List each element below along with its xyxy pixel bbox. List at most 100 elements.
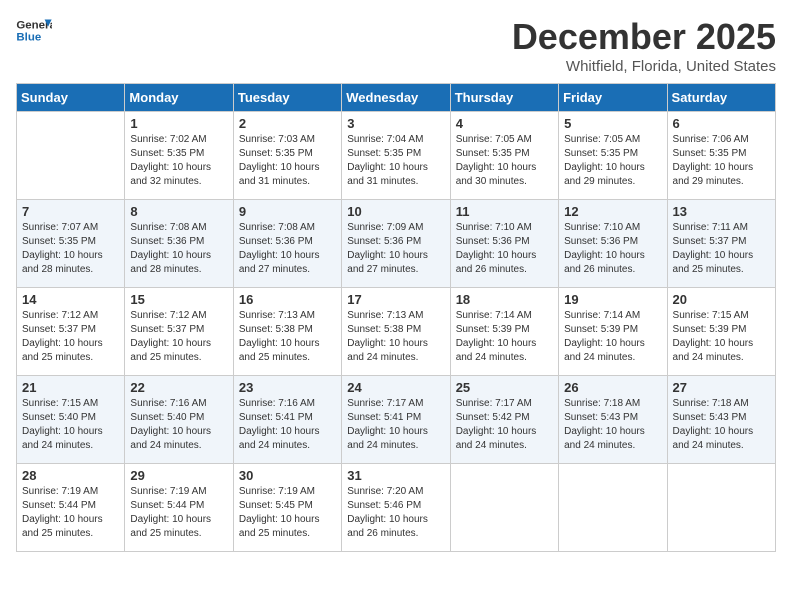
day-number: 14 — [22, 292, 119, 307]
day-info: Sunrise: 7:14 AM Sunset: 5:39 PM Dayligh… — [456, 309, 553, 365]
day-info: Sunrise: 7:03 AM Sunset: 5:35 PM Dayligh… — [239, 133, 336, 189]
day-cell: 20 Sunrise: 7:15 AM Sunset: 5:39 PM Dayli… — [667, 288, 775, 376]
day-cell: 17 Sunrise: 7:13 AM Sunset: 5:38 PM Dayli… — [342, 288, 450, 376]
week-row-3: 14 Sunrise: 7:12 AM Sunset: 5:37 PM Dayli… — [17, 288, 776, 376]
day-number: 24 — [347, 380, 444, 395]
day-number: 11 — [456, 204, 553, 219]
day-cell: 7 Sunrise: 7:07 AM Sunset: 5:35 PM Daylig… — [17, 200, 125, 288]
day-cell: 6 Sunrise: 7:06 AM Sunset: 5:35 PM Daylig… — [667, 112, 775, 200]
col-header-tuesday: Tuesday — [233, 84, 341, 112]
col-header-friday: Friday — [559, 84, 667, 112]
day-info: Sunrise: 7:17 AM Sunset: 5:41 PM Dayligh… — [347, 397, 444, 453]
day-number: 31 — [347, 468, 444, 483]
day-cell: 10 Sunrise: 7:09 AM Sunset: 5:36 PM Dayli… — [342, 200, 450, 288]
col-header-saturday: Saturday — [667, 84, 775, 112]
day-info: Sunrise: 7:12 AM Sunset: 5:37 PM Dayligh… — [130, 309, 227, 365]
day-cell: 14 Sunrise: 7:12 AM Sunset: 5:37 PM Dayli… — [17, 288, 125, 376]
day-info: Sunrise: 7:08 AM Sunset: 5:36 PM Dayligh… — [239, 221, 336, 277]
day-info: Sunrise: 7:19 AM Sunset: 5:44 PM Dayligh… — [22, 485, 119, 541]
week-row-4: 21 Sunrise: 7:15 AM Sunset: 5:40 PM Dayli… — [17, 376, 776, 464]
day-number: 27 — [673, 380, 770, 395]
day-info: Sunrise: 7:10 AM Sunset: 5:36 PM Dayligh… — [564, 221, 661, 277]
day-cell: 12 Sunrise: 7:10 AM Sunset: 5:36 PM Dayli… — [559, 200, 667, 288]
day-info: Sunrise: 7:05 AM Sunset: 5:35 PM Dayligh… — [456, 133, 553, 189]
week-row-2: 7 Sunrise: 7:07 AM Sunset: 5:35 PM Daylig… — [17, 200, 776, 288]
day-cell: 19 Sunrise: 7:14 AM Sunset: 5:39 PM Dayli… — [559, 288, 667, 376]
day-cell: 15 Sunrise: 7:12 AM Sunset: 5:37 PM Dayli… — [125, 288, 233, 376]
day-cell: 31 Sunrise: 7:20 AM Sunset: 5:46 PM Dayli… — [342, 464, 450, 552]
day-cell: 24 Sunrise: 7:17 AM Sunset: 5:41 PM Dayli… — [342, 376, 450, 464]
day-info: Sunrise: 7:13 AM Sunset: 5:38 PM Dayligh… — [347, 309, 444, 365]
day-number: 17 — [347, 292, 444, 307]
day-info: Sunrise: 7:18 AM Sunset: 5:43 PM Dayligh… — [673, 397, 770, 453]
logo: General Blue — [16, 16, 52, 46]
day-number: 5 — [564, 116, 661, 131]
day-info: Sunrise: 7:15 AM Sunset: 5:39 PM Dayligh… — [673, 309, 770, 365]
day-cell — [667, 464, 775, 552]
col-header-monday: Monday — [125, 84, 233, 112]
title-block: December 2025 Whitfield, Florida, United… — [512, 16, 776, 75]
logo-icon: General Blue — [16, 16, 52, 46]
day-number: 10 — [347, 204, 444, 219]
day-number: 21 — [22, 380, 119, 395]
day-info: Sunrise: 7:09 AM Sunset: 5:36 PM Dayligh… — [347, 221, 444, 277]
day-number: 12 — [564, 204, 661, 219]
day-info: Sunrise: 7:04 AM Sunset: 5:35 PM Dayligh… — [347, 133, 444, 189]
day-number: 8 — [130, 204, 227, 219]
day-cell: 11 Sunrise: 7:10 AM Sunset: 5:36 PM Dayli… — [450, 200, 558, 288]
col-header-thursday: Thursday — [450, 84, 558, 112]
day-number: 13 — [673, 204, 770, 219]
day-number: 2 — [239, 116, 336, 131]
day-number: 1 — [130, 116, 227, 131]
day-number: 6 — [673, 116, 770, 131]
day-number: 15 — [130, 292, 227, 307]
day-cell — [450, 464, 558, 552]
day-cell: 16Sunrise: 7:13 AM Sunset: 5:38 PM Dayli… — [233, 288, 341, 376]
day-cell — [559, 464, 667, 552]
day-cell: 3 Sunrise: 7:04 AM Sunset: 5:35 PM Daylig… — [342, 112, 450, 200]
day-number: 3 — [347, 116, 444, 131]
day-number: 23 — [239, 380, 336, 395]
day-cell: 25Sunrise: 7:17 AM Sunset: 5:42 PM Dayli… — [450, 376, 558, 464]
day-info: Sunrise: 7:02 AM Sunset: 5:35 PM Dayligh… — [130, 133, 227, 189]
day-info: Sunrise: 7:10 AM Sunset: 5:36 PM Dayligh… — [456, 221, 553, 277]
day-cell: 27 Sunrise: 7:18 AM Sunset: 5:43 PM Dayli… — [667, 376, 775, 464]
day-info: Sunrise: 7:11 AM Sunset: 5:37 PM Dayligh… — [673, 221, 770, 277]
col-header-wednesday: Wednesday — [342, 84, 450, 112]
day-info: Sunrise: 7:14 AM Sunset: 5:39 PM Dayligh… — [564, 309, 661, 365]
day-cell: 21 Sunrise: 7:15 AM Sunset: 5:40 PM Dayli… — [17, 376, 125, 464]
day-number: 4 — [456, 116, 553, 131]
day-number: 30 — [239, 468, 336, 483]
month-title: December 2025 — [512, 16, 776, 58]
day-number: 22 — [130, 380, 227, 395]
day-cell: 18Sunrise: 7:14 AM Sunset: 5:39 PM Dayli… — [450, 288, 558, 376]
day-number: 19 — [564, 292, 661, 307]
day-cell: 1 Sunrise: 7:02 AM Sunset: 5:35 PM Daylig… — [125, 112, 233, 200]
day-cell: 9 Sunrise: 7:08 AM Sunset: 5:36 PM Daylig… — [233, 200, 341, 288]
day-info: Sunrise: 7:06 AM Sunset: 5:35 PM Dayligh… — [673, 133, 770, 189]
day-number: 28 — [22, 468, 119, 483]
day-number: 9 — [239, 204, 336, 219]
location-subtitle: Whitfield, Florida, United States — [512, 58, 776, 75]
day-number: 20 — [673, 292, 770, 307]
day-cell: 30 Sunrise: 7:19 AM Sunset: 5:45 PM Dayli… — [233, 464, 341, 552]
day-cell: 8 Sunrise: 7:08 AM Sunset: 5:36 PM Daylig… — [125, 200, 233, 288]
day-info: Sunrise: 7:08 AM Sunset: 5:36 PM Dayligh… — [130, 221, 227, 277]
day-info: Sunrise: 7:16 AM Sunset: 5:41 PM Dayligh… — [239, 397, 336, 453]
day-cell: 26 Sunrise: 7:18 AM Sunset: 5:43 PM Dayli… — [559, 376, 667, 464]
day-info: Sunrise: 7:15 AM Sunset: 5:40 PM Dayligh… — [22, 397, 119, 453]
day-cell: 22 Sunrise: 7:16 AM Sunset: 5:40 PM Dayli… — [125, 376, 233, 464]
day-number: 26 — [564, 380, 661, 395]
day-cell: 23 Sunrise: 7:16 AM Sunset: 5:41 PM Dayli… — [233, 376, 341, 464]
day-info: Sunrise: 7:12 AM Sunset: 5:37 PM Dayligh… — [22, 309, 119, 365]
day-info: Sunrise: 7:16 AM Sunset: 5:40 PM Dayligh… — [130, 397, 227, 453]
day-info: Sunrise: 7:07 AM Sunset: 5:35 PM Dayligh… — [22, 221, 119, 277]
day-number: 7 — [22, 204, 119, 219]
week-row-5: 28 Sunrise: 7:19 AM Sunset: 5:44 PM Dayli… — [17, 464, 776, 552]
day-info: Sunrise: 7:20 AM Sunset: 5:46 PM Dayligh… — [347, 485, 444, 541]
header-row: SundayMondayTuesdayWednesdayThursdayFrid… — [17, 84, 776, 112]
day-cell: 4 Sunrise: 7:05 AM Sunset: 5:35 PM Daylig… — [450, 112, 558, 200]
day-info: Sunrise: 7:05 AM Sunset: 5:35 PM Dayligh… — [564, 133, 661, 189]
day-info: Sunrise: 7:18 AM Sunset: 5:43 PM Dayligh… — [564, 397, 661, 453]
day-info: Sunrise: 7:19 AM Sunset: 5:45 PM Dayligh… — [239, 485, 336, 541]
